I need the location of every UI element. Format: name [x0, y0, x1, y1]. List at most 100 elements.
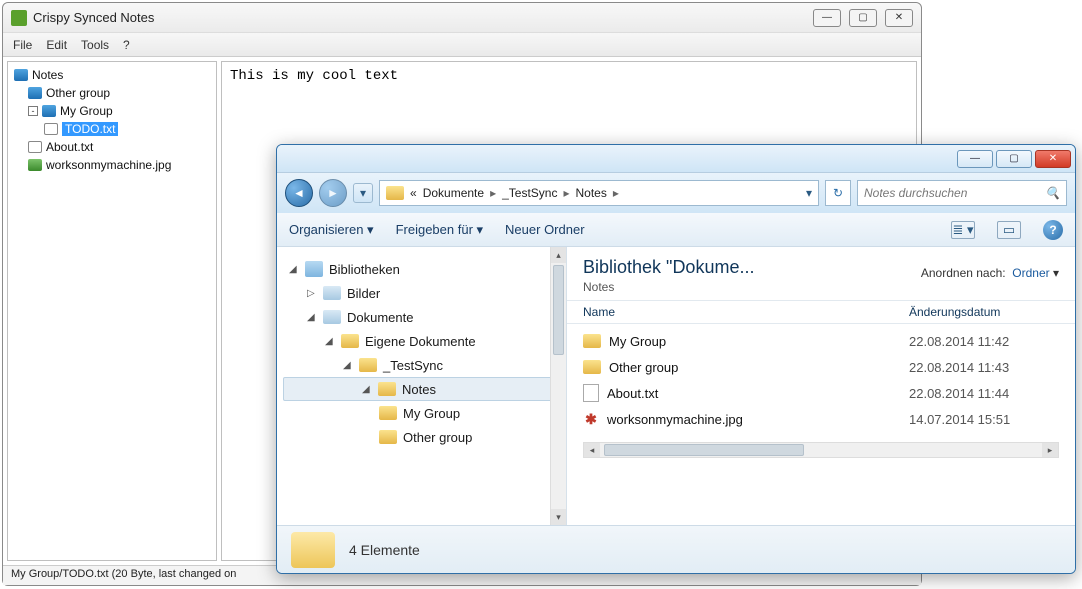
nav-testsync[interactable]: ◢_TestSync: [283, 353, 560, 377]
tree-root[interactable]: Notes: [10, 66, 214, 84]
editor-text: This is my cool text: [230, 68, 398, 84]
explorer-window: — ▢ ✕ ◄ ► ▾ « Dokumente▸ _TestSync▸ Note…: [276, 144, 1076, 574]
folder-icon: [583, 334, 601, 348]
maximize-button[interactable]: ▢: [996, 150, 1032, 168]
menu-edit[interactable]: Edit: [46, 38, 67, 52]
library-icon: [323, 286, 341, 300]
expand-icon[interactable]: ◢: [362, 384, 372, 395]
file-row[interactable]: My Group22.08.2014 11:42: [583, 328, 1059, 354]
folder-icon: [583, 360, 601, 374]
folder-icon: [291, 532, 335, 568]
close-button[interactable]: ✕: [1035, 150, 1071, 168]
nav-othergroup[interactable]: Other group: [283, 425, 560, 449]
forward-button[interactable]: ►: [319, 179, 347, 207]
tree-item-selected[interactable]: TODO.txt: [10, 120, 214, 138]
nav-libraries[interactable]: ◢Bibliotheken: [283, 257, 560, 281]
expand-icon[interactable]: ◢: [325, 336, 335, 347]
collapse-icon[interactable]: -: [28, 106, 38, 116]
expand-icon[interactable]: ◢: [343, 360, 353, 371]
col-date[interactable]: Änderungsdatum: [909, 305, 1059, 319]
menu-tools[interactable]: Tools: [81, 38, 109, 52]
tree-item[interactable]: worksonmymachine.jpg: [10, 156, 214, 174]
folder-icon: [341, 334, 359, 348]
search-input[interactable]: Notes durchsuchen 🔍: [857, 180, 1067, 206]
file-icon: [28, 141, 42, 153]
nav-documents[interactable]: ◢Dokumente: [283, 305, 560, 329]
folder-icon: [379, 430, 397, 444]
help-button[interactable]: ?: [1043, 220, 1063, 240]
sort-control[interactable]: Anordnen nach: Ordner ▾: [921, 266, 1059, 280]
menu-file[interactable]: File: [13, 38, 32, 52]
scroll-thumb[interactable]: [604, 444, 804, 456]
app-title: Crispy Synced Notes: [33, 10, 813, 25]
scroll-thumb[interactable]: [553, 265, 564, 355]
library-subtitle: Notes: [583, 280, 1059, 294]
history-dropdown[interactable]: ▾: [353, 183, 373, 203]
minimize-button[interactable]: —: [957, 150, 993, 168]
folder-icon: [378, 382, 396, 396]
horizontal-scrollbar[interactable]: ◂▸: [583, 442, 1059, 458]
folder-icon: [359, 358, 377, 372]
breadcrumb[interactable]: « Dokumente▸ _TestSync▸ Notes▸ ▾: [379, 180, 819, 206]
chevron-right-icon: ▸: [613, 186, 619, 200]
expand-icon[interactable]: ◢: [289, 264, 299, 275]
breadcrumb-segment[interactable]: Notes: [575, 186, 606, 200]
notes-tree[interactable]: Notes Other group -My Group TODO.txt Abo…: [7, 61, 217, 561]
file-icon: [44, 123, 58, 135]
scroll-down-icon[interactable]: ▾: [551, 509, 566, 525]
scroll-left-icon[interactable]: ◂: [584, 443, 600, 457]
share-button[interactable]: Freigeben für ▾: [396, 222, 483, 238]
nav-mygroup[interactable]: My Group: [283, 401, 560, 425]
folder-icon: [379, 406, 397, 420]
menubar: File Edit Tools ?: [3, 33, 921, 57]
explorer-titlebar[interactable]: — ▢ ✕: [277, 145, 1075, 173]
folder-icon: [14, 69, 28, 81]
tree-item[interactable]: Other group: [10, 84, 214, 102]
close-button[interactable]: ✕: [885, 9, 913, 27]
text-file-icon: [583, 384, 599, 402]
tree-item[interactable]: -My Group: [10, 102, 214, 120]
maximize-button[interactable]: ▢: [849, 9, 877, 27]
app-icon: [11, 10, 27, 26]
preview-pane-button[interactable]: ▭: [997, 221, 1021, 239]
chevron-right-icon: ▸: [563, 186, 569, 200]
view-options-button[interactable]: ≣ ▾: [951, 221, 975, 239]
menu-help[interactable]: ?: [123, 38, 130, 52]
file-row[interactable]: About.txt22.08.2014 11:44: [583, 380, 1059, 406]
breadcrumb-segment[interactable]: Dokumente: [423, 186, 484, 200]
search-placeholder: Notes durchsuchen: [864, 186, 967, 200]
new-folder-button[interactable]: Neuer Ordner: [505, 222, 584, 237]
nav-pictures[interactable]: ▷Bilder: [283, 281, 560, 305]
col-name[interactable]: Name: [583, 305, 909, 319]
file-row[interactable]: ✱worksonmymachine.jpg14.07.2014 15:51: [583, 406, 1059, 432]
search-icon: 🔍: [1045, 186, 1060, 200]
tree-item[interactable]: About.txt: [10, 138, 214, 156]
file-row[interactable]: Other group22.08.2014 11:43: [583, 354, 1059, 380]
jpg-file-icon: ✱: [583, 411, 599, 427]
column-headers[interactable]: Name Änderungsdatum: [567, 300, 1075, 324]
refresh-button[interactable]: ↻: [825, 180, 851, 206]
minimize-button[interactable]: —: [813, 9, 841, 27]
chevron-right-icon: ▸: [490, 186, 496, 200]
back-button[interactable]: ◄: [285, 179, 313, 207]
expand-icon[interactable]: ◢: [307, 312, 317, 323]
libraries-icon: [305, 261, 323, 277]
breadcrumb-segment[interactable]: _TestSync: [502, 186, 557, 200]
scroll-right-icon[interactable]: ▸: [1042, 443, 1058, 457]
app-titlebar[interactable]: Crispy Synced Notes — ▢ ✕: [3, 3, 921, 33]
folder-icon: [28, 87, 42, 99]
explorer-toolbar: Organisieren ▾ Freigeben für ▾ Neuer Ord…: [277, 213, 1075, 247]
library-icon: [323, 310, 341, 324]
tree-scrollbar[interactable]: ▴▾: [550, 247, 566, 525]
dropdown-icon[interactable]: ▾: [806, 186, 812, 200]
expand-icon[interactable]: ▷: [307, 288, 317, 299]
scroll-up-icon[interactable]: ▴: [551, 247, 566, 263]
image-icon: [28, 159, 42, 171]
nav-notes-selected[interactable]: ◢Notes: [283, 377, 560, 401]
explorer-statusbar: 4 Elemente: [277, 525, 1075, 573]
folder-icon: [42, 105, 56, 117]
organize-button[interactable]: Organisieren ▾: [289, 222, 374, 238]
nav-owndocs[interactable]: ◢Eigene Dokumente: [283, 329, 560, 353]
folder-icon: [386, 186, 404, 200]
explorer-nav-tree[interactable]: ◢Bibliotheken ▷Bilder ◢Dokumente ◢Eigene…: [277, 247, 567, 525]
